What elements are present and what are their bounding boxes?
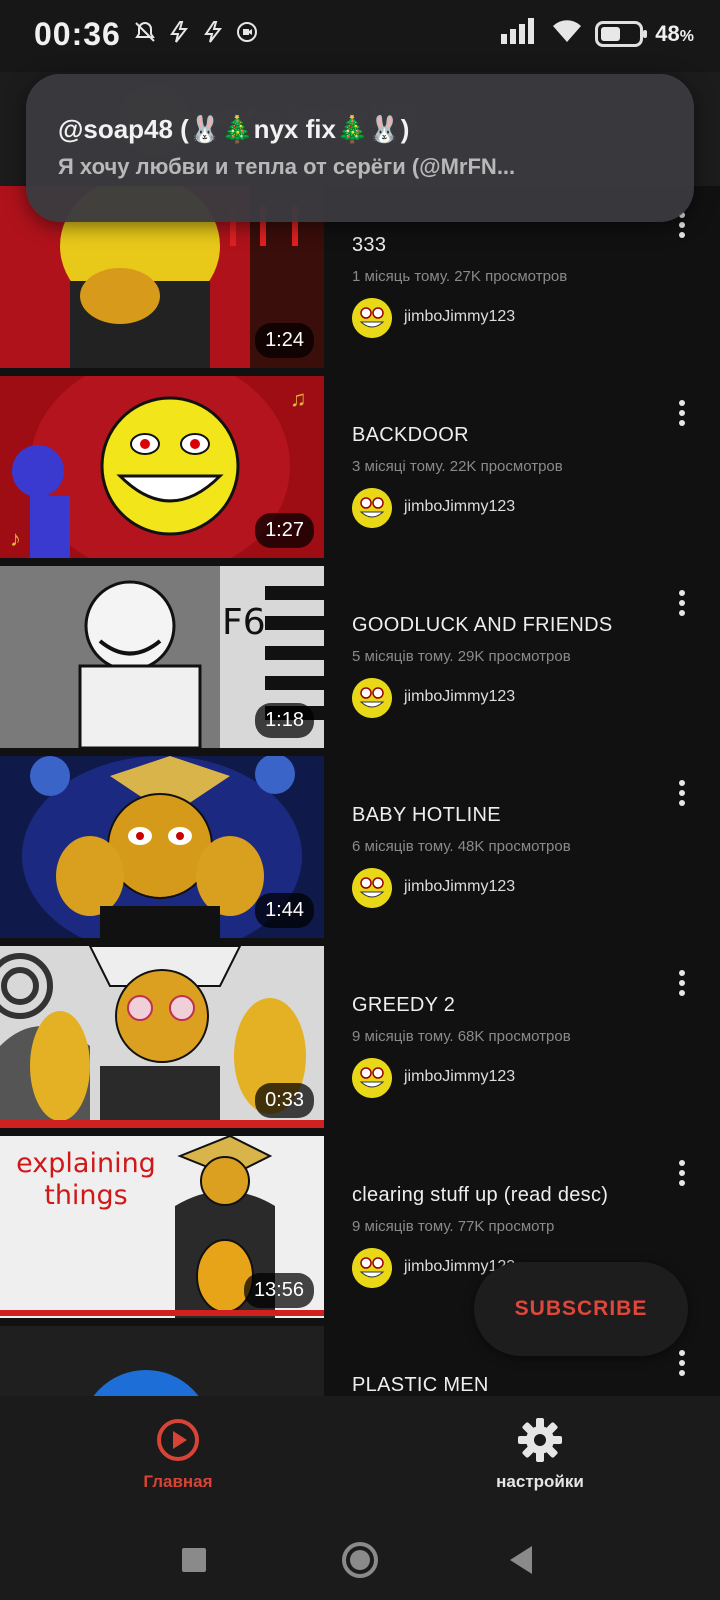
- nav-home[interactable]: Главная: [58, 1396, 298, 1520]
- video-meta: 3 місяці тому. 22K просмотров: [352, 458, 563, 475]
- nav-home-label: Главная: [143, 1472, 213, 1491]
- status-icons-right: 48%: [501, 18, 694, 49]
- video-item[interactable]: 0:33 GREEDY 2 9 місяців тому. 68K просмо…: [0, 946, 720, 1128]
- signal-icon: [501, 18, 539, 49]
- subscribe-button[interactable]: SUBSCRIBE: [474, 1262, 688, 1356]
- video-duration: 1:44: [255, 893, 314, 928]
- video-channel-name[interactable]: jimboJimmy123: [404, 1068, 515, 1086]
- video-channel-name[interactable]: jimboJimmy123: [404, 878, 515, 896]
- dnd-off-icon: [132, 20, 158, 50]
- video-duration: 1:27: [255, 513, 314, 548]
- video-meta: 6 місяців тому. 48K просмотров: [352, 838, 571, 855]
- video-duration: 0:33: [255, 1083, 314, 1118]
- more-options-icon[interactable]: [670, 776, 694, 816]
- home-button[interactable]: [330, 1530, 390, 1590]
- gear-icon: [516, 1416, 564, 1464]
- channel-avatar[interactable]: [352, 868, 392, 908]
- video-thumbnail[interactable]: F6 1:18: [0, 566, 324, 748]
- channel-avatar[interactable]: [352, 678, 392, 718]
- video-title[interactable]: 333: [352, 234, 386, 257]
- more-options-icon[interactable]: [670, 1156, 694, 1196]
- video-title[interactable]: PLASTIC MEN: [352, 1374, 489, 1396]
- video-thumbnail[interactable]: [0, 1326, 324, 1396]
- battery-icon: [595, 20, 648, 47]
- svg-text:♪: ♪: [10, 526, 21, 551]
- more-options-icon[interactable]: [670, 1346, 694, 1386]
- back-triangle-icon: [510, 1546, 532, 1574]
- video-channel-name[interactable]: jimboJimmy123: [404, 498, 515, 516]
- thumbnail-caption: explaining things: [16, 1148, 156, 1211]
- system-navigation-bar: [0, 1520, 720, 1600]
- video-thumbnail[interactable]: 1:44: [0, 756, 324, 938]
- nav-settings-label: настройки: [496, 1472, 584, 1491]
- video-item[interactable]: F6 1:18 GOODLUCK AND FRIENDS 5 місяців т…: [0, 566, 720, 748]
- notification-body: Я хочу любви и тепла от серёги (@MrFN...: [58, 154, 516, 179]
- battery-percent: 48%: [655, 20, 694, 46]
- screen-record-icon: [234, 20, 260, 50]
- channel-avatar[interactable]: [352, 1248, 392, 1288]
- square-icon: [182, 1548, 206, 1572]
- video-list[interactable]: 1:24 333 1 місяць тому. 27K просмотров j…: [0, 186, 720, 1396]
- video-duration: 1:24: [255, 323, 314, 358]
- more-options-icon[interactable]: [670, 396, 694, 436]
- video-item[interactable]: 1:44 BABY HOTLINE 6 місяців тому. 48K пр…: [0, 756, 720, 938]
- status-icons-left: [132, 20, 260, 50]
- wifi-icon: [551, 18, 583, 49]
- video-channel-name[interactable]: jimboJimmy123: [404, 308, 515, 326]
- flash-icon: [166, 20, 192, 50]
- circle-icon: [342, 1542, 378, 1578]
- status-bar: 00:36 48%: [0, 0, 720, 72]
- notification-banner[interactable]: @soap48 (🐰🎄nyx fix🎄🐰) Я хочу любви и теп…: [26, 74, 694, 222]
- video-meta: 9 місяців тому. 68K просмотров: [352, 1028, 571, 1045]
- status-time: 00:36: [34, 16, 121, 52]
- flash-icon: [200, 20, 226, 50]
- video-title[interactable]: GOODLUCK AND FRIENDS: [352, 614, 612, 637]
- recents-button[interactable]: [164, 1530, 224, 1590]
- more-options-icon[interactable]: [670, 966, 694, 1006]
- notification-title: @soap48 (🐰🎄nyx fix🎄🐰): [58, 114, 410, 144]
- video-title[interactable]: BABY HOTLINE: [352, 804, 501, 827]
- video-duration: 1:18: [255, 703, 314, 738]
- more-options-icon[interactable]: [670, 586, 694, 626]
- video-thumbnail[interactable]: ♫ ♪ 1:27: [0, 376, 324, 558]
- video-meta: 5 місяців тому. 29K просмотров: [352, 648, 571, 665]
- back-button[interactable]: [492, 1530, 552, 1590]
- video-duration: 13:56: [243, 1273, 314, 1308]
- play-circle-icon: [154, 1416, 202, 1464]
- channel-avatar[interactable]: [352, 298, 392, 338]
- video-meta: 1 місяць тому. 27K просмотров: [352, 268, 568, 285]
- video-meta: 9 місяців тому. 77K просмотр: [352, 1218, 555, 1235]
- nav-settings[interactable]: настройки: [420, 1396, 660, 1520]
- video-thumbnail[interactable]: explaining things 13:56: [0, 1136, 324, 1318]
- video-title[interactable]: GREEDY 2: [352, 994, 455, 1017]
- video-item[interactable]: ♫ ♪ 1:27 BACKDOOR 3 місяці тому. 22K про…: [0, 376, 720, 558]
- bottom-navigation: Главная настройки: [0, 1396, 720, 1520]
- video-thumbnail[interactable]: 0:33: [0, 946, 324, 1128]
- video-title[interactable]: BACKDOOR: [352, 424, 469, 447]
- svg-text:♫: ♫: [290, 386, 307, 411]
- channel-avatar[interactable]: [352, 1058, 392, 1098]
- video-channel-name[interactable]: jimboJimmy123: [404, 688, 515, 706]
- video-title[interactable]: clearing stuff up (read desc): [352, 1184, 608, 1207]
- svg-text:F6: F6: [222, 602, 266, 643]
- channel-avatar[interactable]: [352, 488, 392, 528]
